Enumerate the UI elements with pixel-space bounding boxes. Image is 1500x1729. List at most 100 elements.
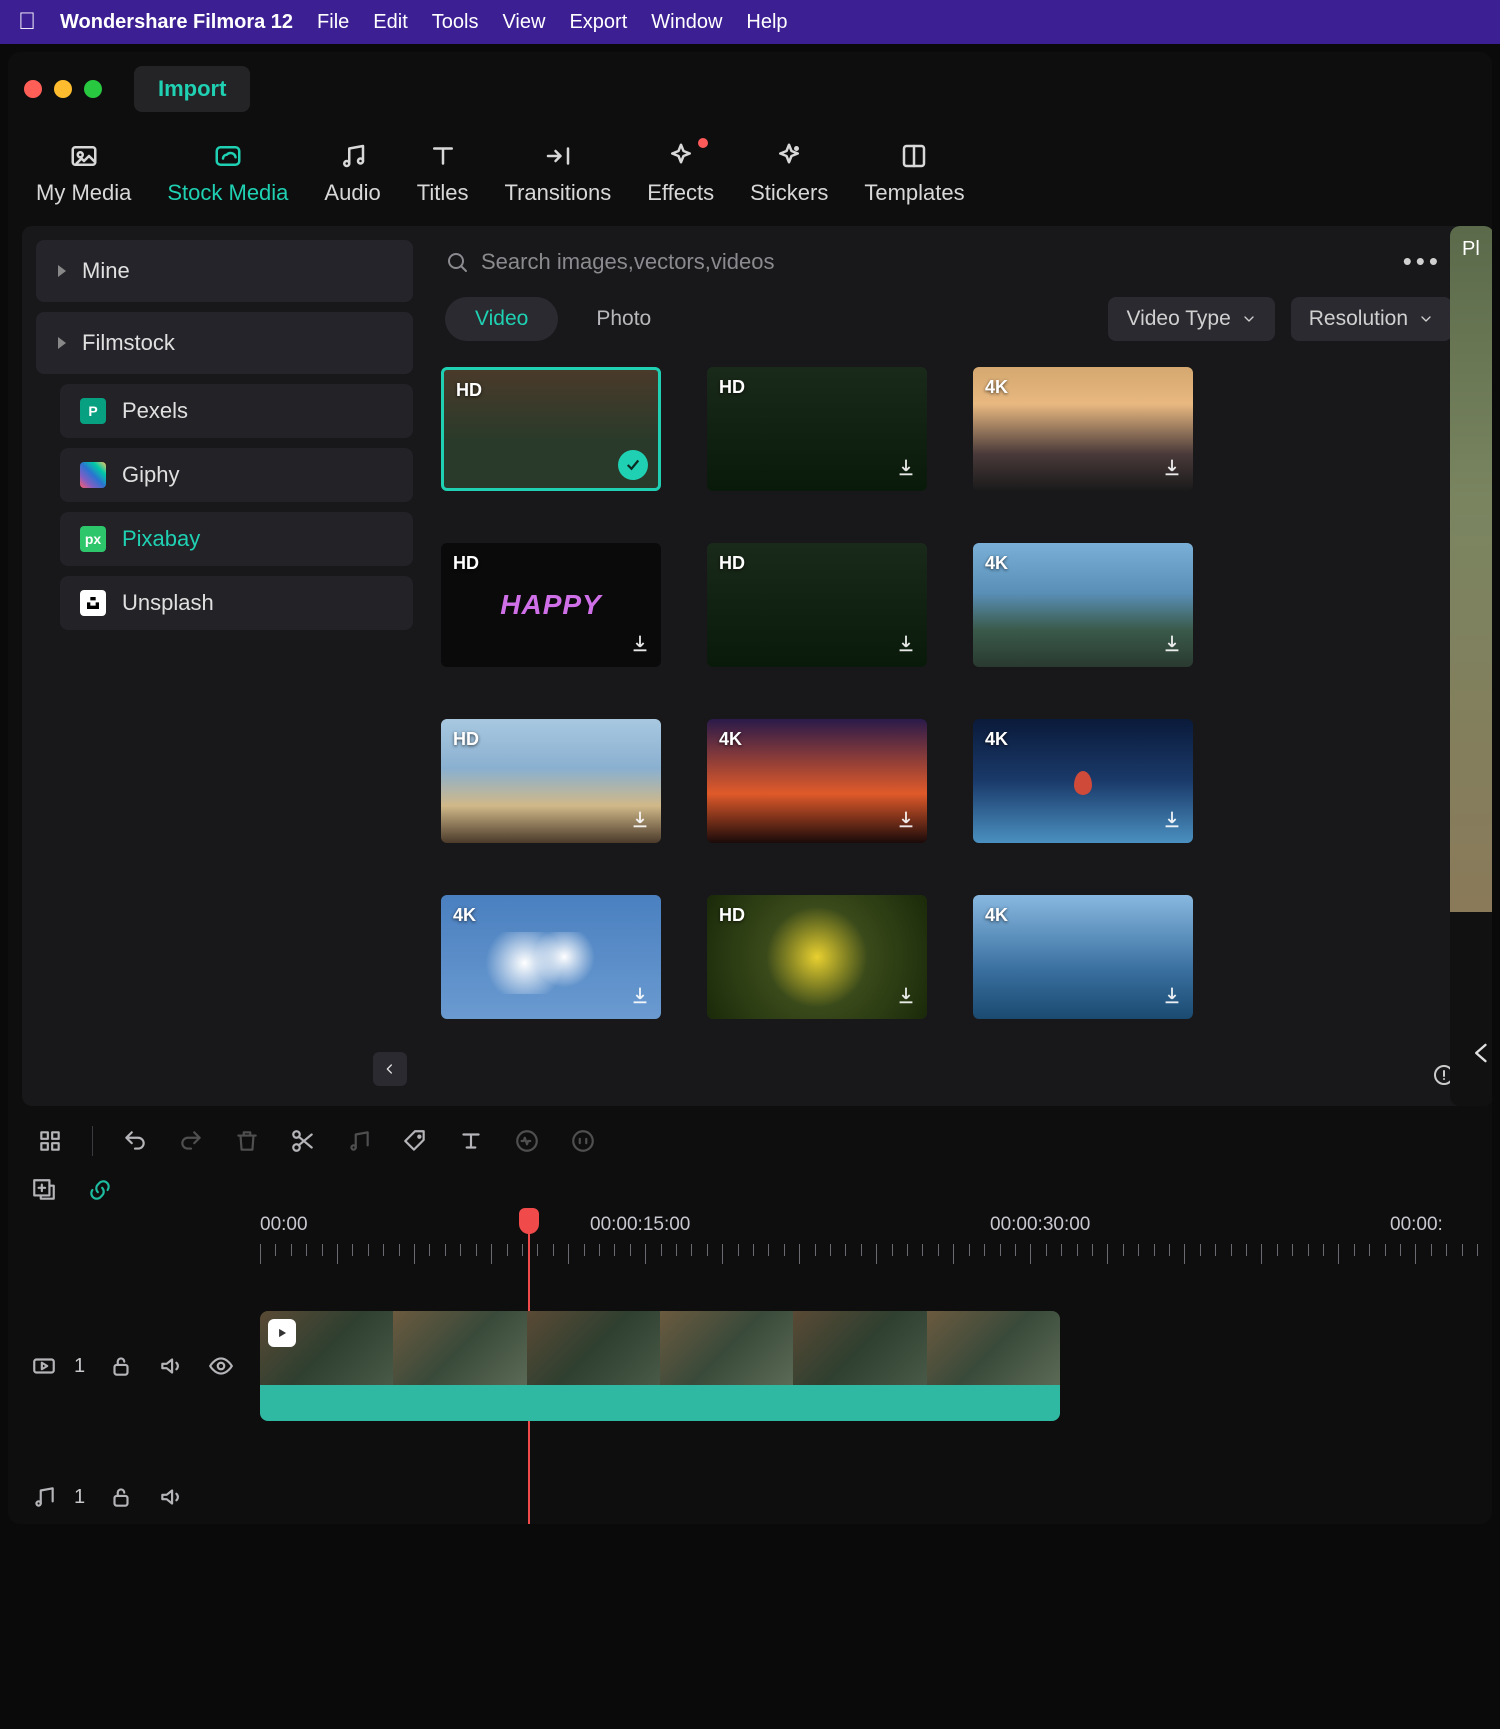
sidebar-source-pexels[interactable]: P Pexels (60, 384, 413, 438)
resolution-badge: HD (719, 905, 745, 926)
media-thumbnail[interactable]: 4K (973, 543, 1193, 667)
sidebar-root-filmstock[interactable]: Filmstock (36, 312, 413, 374)
tag-icon[interactable] (401, 1127, 429, 1155)
menu-tools[interactable]: Tools (432, 11, 479, 34)
menu-view[interactable]: View (502, 11, 545, 34)
tab-label: Transitions (504, 180, 611, 206)
app-name[interactable]: Wondershare Filmora 12 (60, 11, 293, 34)
video-clip[interactable] (260, 1311, 1060, 1421)
text-tool-icon[interactable] (457, 1127, 485, 1155)
download-icon[interactable] (1161, 456, 1183, 483)
preview-panel: Pl (1450, 226, 1492, 1106)
tab-audio[interactable]: Audio (324, 140, 380, 206)
tab-effects[interactable]: Effects (647, 140, 714, 206)
app-window: Import My Media Stock Media Audio Titles… (8, 52, 1492, 1524)
download-icon[interactable] (895, 632, 917, 659)
sidebar-label: Filmstock (82, 330, 175, 356)
more-options-button[interactable]: ••• (1393, 246, 1452, 277)
import-button[interactable]: Import (134, 66, 250, 112)
minimize-window-button[interactable] (54, 80, 72, 98)
resolution-dropdown[interactable]: Resolution (1291, 297, 1452, 341)
video-type-dropdown[interactable]: Video Type (1108, 297, 1274, 341)
giphy-icon (80, 462, 106, 488)
media-thumbnail[interactable]: HD (707, 543, 927, 667)
music-track-icon (30, 1483, 58, 1511)
add-track-button[interactable] (30, 1176, 58, 1204)
media-browser: Mine Filmstock P Pexels Giphy px Pixabay… (22, 226, 1478, 1106)
download-icon[interactable] (895, 808, 917, 835)
music-beat-icon[interactable] (345, 1127, 373, 1155)
download-icon[interactable] (629, 632, 651, 659)
redo-button[interactable] (177, 1127, 205, 1155)
resolution-badge: 4K (985, 377, 1008, 398)
close-window-button[interactable] (24, 80, 42, 98)
delete-button[interactable] (233, 1127, 261, 1155)
audio-wave-icon[interactable] (513, 1127, 541, 1155)
audio-track: 1 (30, 1470, 1492, 1524)
download-icon[interactable] (895, 984, 917, 1011)
playhead-handle-icon[interactable] (519, 1208, 539, 1234)
download-icon[interactable] (1161, 632, 1183, 659)
source-sidebar: Mine Filmstock P Pexels Giphy px Pixabay… (22, 226, 427, 1106)
tab-stock-media[interactable]: Stock Media (167, 140, 288, 206)
tab-stickers[interactable]: Stickers (750, 140, 828, 206)
search-input[interactable]: Search images,vectors,videos (445, 249, 1393, 275)
lock-icon[interactable] (107, 1483, 135, 1511)
tab-transitions[interactable]: Transitions (504, 140, 611, 206)
track-number: 1 (74, 1355, 85, 1378)
dropdown-label: Resolution (1309, 307, 1408, 331)
media-thumbnail[interactable]: HD (441, 719, 661, 843)
preview-back-button[interactable] (1468, 1039, 1492, 1072)
sidebar-source-unsplash[interactable]: Unsplash (60, 576, 413, 630)
menu-file[interactable]: File (317, 11, 349, 34)
results-panel: Search images,vectors,videos ••• Video P… (427, 226, 1478, 1106)
tab-templates[interactable]: Templates (864, 140, 964, 206)
grid-view-icon[interactable] (36, 1127, 64, 1155)
tab-my-media[interactable]: My Media (36, 140, 131, 206)
media-thumbnail[interactable]: 4K (707, 719, 927, 843)
menu-export[interactable]: Export (569, 11, 627, 34)
tab-video[interactable]: Video (445, 297, 558, 341)
media-thumbnail[interactable]: 4K (973, 719, 1193, 843)
media-thumbnail[interactable]: HD (707, 367, 927, 491)
menu-edit[interactable]: Edit (373, 11, 407, 34)
collapse-sidebar-button[interactable] (373, 1052, 407, 1086)
link-toggle-button[interactable] (86, 1176, 114, 1204)
lock-icon[interactable] (107, 1352, 135, 1380)
chevron-down-icon (1241, 311, 1257, 327)
media-thumbnail[interactable]: 4K (973, 895, 1193, 1019)
category-tabs: My Media Stock Media Audio Titles Transi… (8, 126, 1492, 226)
tab-photo[interactable]: Photo (566, 297, 681, 341)
resolution-badge: HD (719, 553, 745, 574)
media-thumbnail[interactable]: HDHAPPY (441, 543, 661, 667)
split-button[interactable] (289, 1127, 317, 1155)
sidebar-root-mine[interactable]: Mine (36, 240, 413, 302)
undo-button[interactable] (121, 1127, 149, 1155)
apple-logo-icon[interactable]:  (18, 8, 36, 36)
download-icon[interactable] (895, 456, 917, 483)
media-thumbnail[interactable]: 4K (441, 895, 661, 1019)
sidebar-source-giphy[interactable]: Giphy (60, 448, 413, 502)
menu-window[interactable]: Window (651, 11, 722, 34)
resolution-badge: 4K (719, 729, 742, 750)
media-type-tabs: Video Photo (445, 297, 681, 341)
download-icon[interactable] (1161, 984, 1183, 1011)
maximize-window-button[interactable] (84, 80, 102, 98)
ruler-label: 00:00:30:00 (990, 1214, 1090, 1236)
speaker-icon[interactable] (157, 1483, 185, 1511)
menu-help[interactable]: Help (746, 11, 787, 34)
tab-titles[interactable]: Titles (417, 140, 469, 206)
media-thumbnail[interactable]: HD (441, 367, 661, 491)
download-icon[interactable] (629, 808, 651, 835)
sidebar-label: Mine (82, 258, 130, 284)
download-icon[interactable] (629, 984, 651, 1011)
download-icon[interactable] (1161, 808, 1183, 835)
media-thumbnail[interactable]: HD (707, 895, 927, 1019)
speaker-icon[interactable] (157, 1352, 185, 1380)
time-ruler[interactable]: 00:0000:00:15:0000:00:30:0000:00: (260, 1214, 1492, 1266)
media-thumbnail[interactable]: 4K (973, 367, 1193, 491)
sidebar-source-pixabay[interactable]: px Pixabay (60, 512, 413, 566)
sidebar-label: Pexels (122, 398, 188, 424)
caption-icon[interactable] (569, 1127, 597, 1155)
eye-icon[interactable] (207, 1352, 235, 1380)
